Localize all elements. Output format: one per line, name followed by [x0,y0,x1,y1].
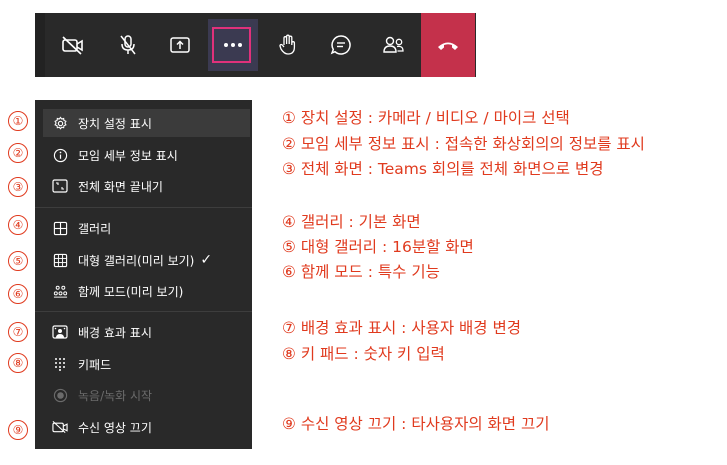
camera-off-icon [62,36,83,55]
description-2: ② 모임 세부 정보 표시 : 접속한 화상회의의 정보를 표시 [282,135,645,153]
more-options-button[interactable] [208,19,258,71]
description-7: ⑦ 배경 효과 표시 : 사용자 배경 변경 [282,319,521,337]
menu-item-label: 전체 화면 끝내기 [78,179,163,194]
more-options-menu: 장치 설정 표시 모임 세부 정보 표시 전체 화면 끝내기 갤러리 대형 갤러… [35,100,252,449]
menu-item-start-recording: 녹음/녹화 시작 [43,381,250,409]
description-5: ⑤ 대형 갤러리 : 16분할 화면 [282,238,474,256]
menu-item-label: 녹음/녹화 시작 [78,388,153,403]
hang-up-button[interactable] [421,13,475,77]
share-screen-icon [170,37,190,53]
menu-item-label: 수신 영상 끄기 [78,420,152,435]
menu-item-label: 배경 효과 표시 [78,325,152,340]
menu-item-label: 대형 갤러리(미리 보기) [78,253,195,268]
menu-item-keypad[interactable]: 키패드 [43,350,250,378]
marker-6: ⑥ [8,284,28,304]
marker-1: ① [8,111,28,131]
menu-item-large-gallery[interactable]: 대형 갤러리(미리 보기) ✓ [43,246,250,274]
share-screen-button[interactable] [155,19,205,71]
menu-item-background-effects[interactable]: 배경 효과 표시 [43,318,250,346]
menu-item-label: 장치 설정 표시 [78,116,152,131]
keypad-icon [52,356,68,372]
menu-item-meeting-info[interactable]: 모임 세부 정보 표시 [43,141,250,169]
menu-divider [35,207,252,208]
info-icon [52,147,68,163]
mic-off-icon [120,35,136,55]
description-1: ① 장치 설정 : 카메라 / 비디오 / 마이크 선택 [282,109,570,127]
checkmark-icon: ✓ [200,252,213,268]
marker-9: ⑨ [8,420,28,440]
raise-hand-button[interactable] [263,19,313,71]
description-8: ⑧ 키 패드 : 숫자 키 입력 [282,345,445,363]
marker-7: ⑦ [8,322,28,342]
menu-item-exit-fullscreen[interactable]: 전체 화면 끝내기 [43,172,250,200]
mic-toggle-button[interactable] [103,19,153,71]
highlight-box [212,27,251,63]
menu-divider [35,311,252,312]
description-6: ⑥ 함께 모드 : 특수 기능 [282,263,440,281]
marker-4: ④ [8,215,28,235]
together-mode-icon [52,283,68,299]
menu-item-label: 키패드 [78,357,112,372]
large-gallery-icon [52,252,68,268]
gear-icon [52,115,68,131]
meeting-toolbar [35,13,476,77]
participants-button[interactable] [369,19,419,71]
marker-2: ② [8,143,28,163]
marker-5: ⑤ [8,251,28,271]
chat-button[interactable] [316,19,366,71]
description-4: ④ 갤러리 : 기본 화면 [282,213,421,231]
marker-8: ⑧ [8,353,28,373]
video-off-icon [52,419,68,435]
description-9: ⑨ 수신 영상 끄기 : 타사용자의 화면 끄기 [282,415,550,433]
exit-fullscreen-icon [52,178,68,194]
menu-item-label: 모임 세부 정보 표시 [78,148,178,163]
hang-up-icon [438,42,458,50]
camera-toggle-button[interactable] [48,19,98,71]
record-icon [52,387,68,403]
description-3: ③ 전체 화면 : Teams 회의를 전체 화면으로 변경 [282,160,604,178]
menu-item-label: 갤러리 [78,221,112,236]
menu-item-turn-off-incoming-video[interactable]: 수신 영상 끄기 [43,413,250,441]
raise-hand-icon [279,34,296,55]
background-effects-icon [52,324,68,340]
menu-item-together-mode[interactable]: 함께 모드(미리 보기) [43,277,250,305]
menu-item-gallery[interactable]: 갤러리 [43,214,250,242]
menu-item-device-settings[interactable]: 장치 설정 표시 [43,109,250,137]
menu-item-label: 함께 모드(미리 보기) [78,284,184,299]
participants-icon [383,36,404,53]
toolbar-edge [35,13,45,77]
marker-3: ③ [8,177,28,197]
gallery-icon [52,220,68,236]
chat-icon [330,35,351,55]
